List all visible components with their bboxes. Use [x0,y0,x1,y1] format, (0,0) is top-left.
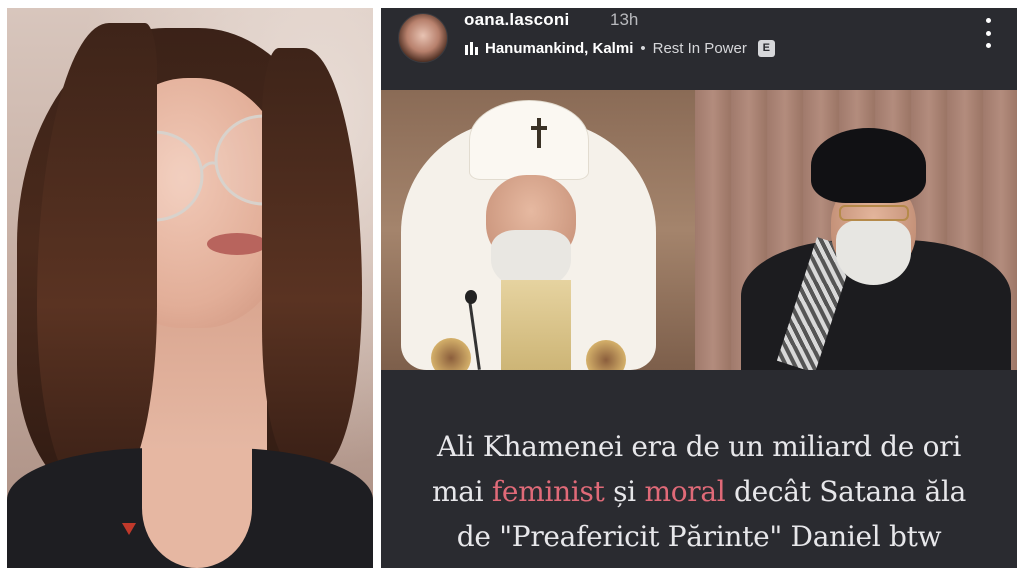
story-caption: Ali Khamenei era de un miliard de ori ma… [381,424,1017,559]
portrait-photo [7,8,373,568]
explicit-icon: E [757,39,775,57]
microphone-icon [465,290,477,304]
caption-line-2: mai feminist și moral decât Satana ăla [381,469,1017,514]
patriarch-headdress [469,100,589,180]
caption-line-2-mid: și [604,475,645,508]
timestamp: 13h [610,10,639,29]
caption-line-1: Ali Khamenei era de un miliard de ori [437,430,961,463]
music-bars-icon [465,41,478,55]
red-pin-icon [122,523,136,535]
cleric-glasses [839,205,909,221]
music-info[interactable]: Hanumankind, Kalmi • Rest In Power E [465,37,775,59]
patriarch-stole [501,280,571,370]
caption-highlight-moral: moral [644,475,726,508]
caption-highlight-feminist: feminist [491,475,605,508]
cleric-beard [836,220,911,285]
music-artists: Hanumankind, Kalmi [485,39,634,57]
neckline [142,448,252,568]
instagram-story: oana.lasconi 13h Hanumankind, Kalmi • Re… [381,8,1017,568]
story-header: oana.lasconi 13h Hanumankind, Kalmi • Re… [381,8,1017,90]
caption-line-2-suffix: decât Satana ăla [725,475,967,508]
cross-icon [531,118,547,148]
story-image [381,90,1017,370]
username[interactable]: oana.lasconi [464,10,569,30]
more-options-icon[interactable] [979,18,997,48]
lips [207,233,267,255]
avatar[interactable] [398,13,448,63]
caption-line-2-prefix: mai [431,475,492,508]
caption-line-3: de "Preafericit Părinte" Daniel btw [456,520,942,553]
music-separator: • [640,39,646,57]
icon-medallion-left [431,338,471,370]
cleric-turban [811,128,926,203]
music-track: Rest In Power [652,39,747,57]
